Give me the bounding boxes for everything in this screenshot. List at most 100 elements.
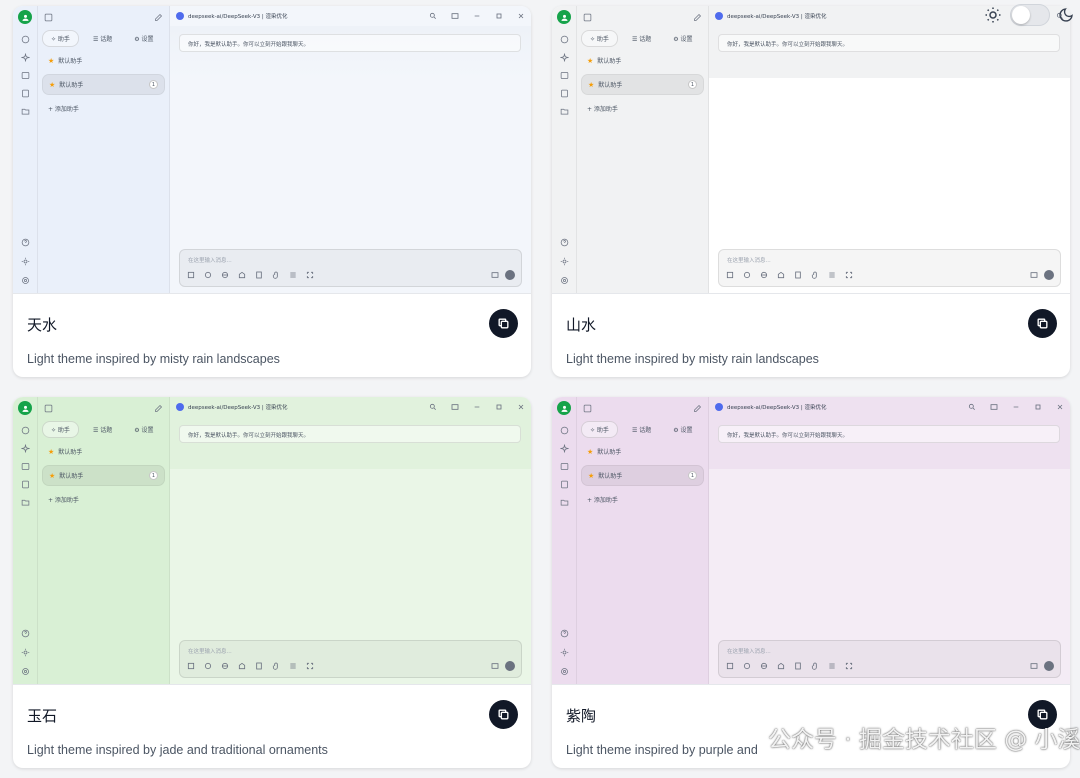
help-icon [21,629,29,638]
image-icon [21,72,29,79]
preview-composer: 在这里输入消息... [179,249,522,287]
preview-greeting: 你好，我是默认助手。你可以立刻开始跟我聊天。 [179,34,521,52]
preview-tab-assistant: ✧ 助手 [42,30,79,47]
copy-button[interactable] [489,700,518,729]
maximize-icon [496,404,502,410]
minimize-icon [474,406,480,408]
preview-assistant-item: ★ 默认助手 1 [581,465,704,486]
attach-icon [811,662,817,670]
minimize-icon [1013,406,1019,408]
sun-icon[interactable] [984,6,1002,24]
preview-rail [13,397,38,684]
sparkle-icon [559,53,569,62]
list-icon [290,663,296,669]
preview-assistant-item: ★ 默认助手 [48,447,83,457]
preview-model-title: deepseek-ai/DeepSeek-V3 | 渲染优化 [188,14,288,20]
preview-assistant-item: ★ 默认助手 1 [42,74,165,95]
help-icon [560,629,568,638]
edit-icon [155,13,163,21]
tool-icon [795,271,801,279]
preview-main: deepseek-ai/DeepSeek-V3 | 渲染优化 你好，我是默认助手… [709,397,1070,684]
copy-button[interactable] [489,309,518,338]
theme-preview: ✧ 助手 ☰ 话题 ⚙ 设置 ★ 默认助手 ★ 默认助手 1 + 添加助手 deeps… [552,397,1070,685]
preview-composer: 在这里输入消息... [718,249,1061,287]
image-icon [560,72,568,79]
panel-icon [44,404,53,412]
preview-tab-settings: ⚙ 设置 [673,427,693,434]
preview-assistant-item: ★ 默认助手 1 [581,74,704,95]
image-upload-icon [1030,663,1038,669]
list-icon [829,663,835,669]
preview-assistant-item: ★ 默认助手 [587,447,622,457]
theme-info: 山水 Light theme inspired by misty rain la… [552,294,1070,366]
preview-greeting: 你好，我是默认助手。你可以立刻开始跟我聊天。 [718,34,1060,52]
translate-icon [21,480,29,489]
layout-icon [451,404,459,410]
sparkle-icon [20,53,30,62]
image-icon [21,463,29,470]
folder-icon [21,499,29,506]
preview-sidebar: ✧ 助手 ☰ 话题 ⚙ 设置 ★ 默认助手 ★ 默认助手 1 + 添加助手 [38,6,170,293]
theme-toggle[interactable] [1010,4,1050,26]
edit-icon [694,404,702,412]
wechat-icon [729,727,758,747]
preview-composer: 在这里输入消息... [179,640,522,678]
search-icon [429,12,436,19]
preview-sidebar: ✧ 助手 ☰ 话题 ⚙ 设置 ★ 默认助手 ★ 默认助手 1 + 添加助手 [38,397,170,684]
preview-model-title: deepseek-ai/DeepSeek-V3 | 渲染优化 [727,405,827,411]
theme-preview: ✧ 助手 ☰ 话题 ⚙ 设置 ★ 默认助手 ★ 默认助手 1 + 添加助手 deeps… [13,6,531,294]
attach-icon [811,271,817,279]
send-icon [505,270,515,280]
globe-icon [760,662,768,670]
expand-icon [306,662,314,670]
settings-icon [21,277,29,284]
edit-icon [155,404,163,412]
globe-icon [221,662,229,670]
sparkle-icon [20,444,30,453]
globe-icon [760,271,768,279]
chat-icon [21,35,29,44]
theme-description: Light theme inspired by misty rain lands… [27,352,280,366]
moon-icon[interactable] [1058,7,1074,23]
tool-icon [777,271,785,279]
search-icon [968,403,975,410]
brightness-icon [560,257,568,266]
image-upload-icon [1030,272,1038,278]
model-icon [715,12,723,20]
preview-rail [552,397,577,684]
preview-add-assistant: + 添加助手 [48,106,79,113]
theme-card[interactable]: ✧ 助手 ☰ 话题 ⚙ 设置 ★ 默认助手 ★ 默认助手 1 + 添加助手 deeps… [13,6,531,377]
tool-icon [238,271,246,279]
theme-card[interactable]: ✧ 助手 ☰ 话题 ⚙ 设置 ★ 默认助手 ★ 默认助手 1 + 添加助手 deeps… [552,6,1070,377]
tool-icon [238,662,246,670]
panel-icon [583,13,592,21]
theme-preview: ✧ 助手 ☰ 话题 ⚙ 设置 ★ 默认助手 ★ 默认助手 1 + 添加助手 deeps… [552,6,1070,294]
copy-icon [498,709,509,720]
theme-name: 山水 [566,316,597,334]
model-icon [176,12,184,20]
theme-card[interactable]: ✧ 助手 ☰ 话题 ⚙ 设置 ★ 默认助手 ★ 默认助手 1 + 添加助手 deeps… [552,397,1070,768]
theme-description: Light theme inspired by jade and traditi… [27,743,328,757]
preview-greeting: 你好，我是默认助手。你可以立刻开始跟我聊天。 [179,425,521,443]
expand-icon [306,271,314,279]
folder-icon [560,499,568,506]
panel-icon [44,13,53,21]
layout-icon [451,13,459,19]
theme-card[interactable]: ✧ 助手 ☰ 话题 ⚙ 设置 ★ 默认助手 ★ 默认助手 1 + 添加助手 deeps… [13,397,531,768]
list-icon [829,272,835,278]
theme-name: 玉石 [27,707,58,725]
preview-tab-assistant: ✧ 助手 [581,421,618,438]
tool-icon [256,662,262,670]
preview-input-placeholder: 在这里输入消息... [727,258,771,264]
list-icon [290,272,296,278]
preview-model-title: deepseek-ai/DeepSeek-V3 | 渲染优化 [727,14,827,20]
globe-icon [221,271,229,279]
preview-tab-topic: ☰ 话题 [92,427,113,434]
panel-icon [583,404,592,412]
copy-button[interactable] [1028,309,1057,338]
copy-icon [1037,318,1048,329]
avatar-icon [557,10,571,24]
top-controls [984,4,1074,26]
tool-icon [743,271,751,279]
tool-icon [187,271,195,279]
